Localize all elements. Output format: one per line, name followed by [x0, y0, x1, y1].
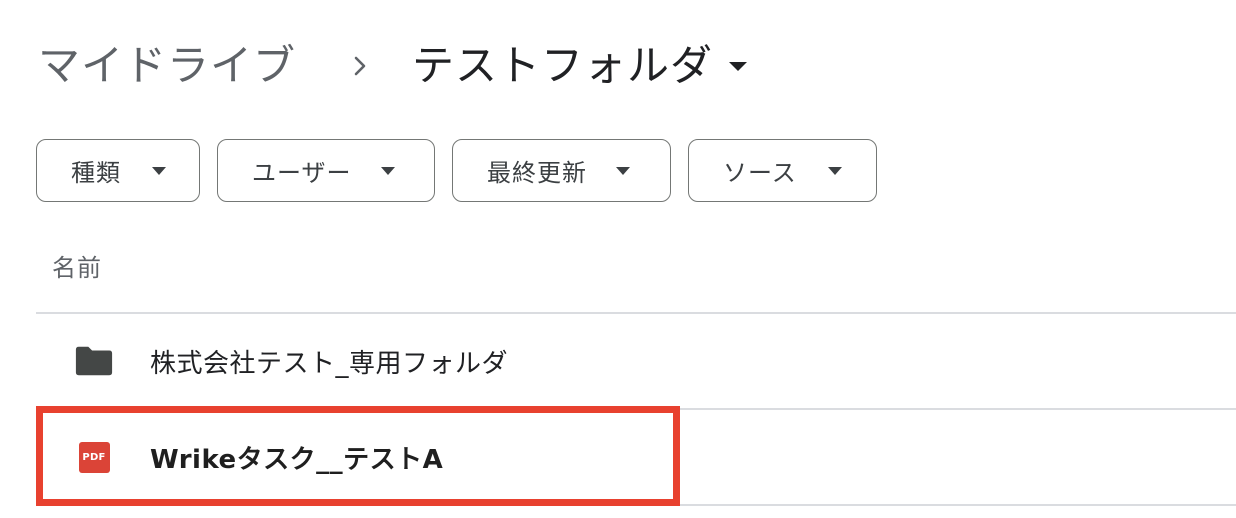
- breadcrumb-current-label: テストフォルダ: [412, 41, 714, 90]
- breadcrumb: マイドライブ テストフォルダ: [38, 34, 749, 98]
- filter-modified-label: 最終更新: [487, 159, 587, 187]
- file-name: Wrikeタスク__テストA: [150, 444, 444, 475]
- arrow-drop-down-icon: [380, 166, 396, 176]
- filter-source-chip[interactable]: ソース: [688, 139, 877, 202]
- filter-modified-chip[interactable]: 最終更新: [452, 139, 671, 202]
- arrow-drop-down-icon: [727, 59, 749, 73]
- filter-user-chip[interactable]: ユーザー: [217, 139, 435, 202]
- pdf-badge-text: PDF: [78, 441, 110, 473]
- file-row-pdf[interactable]: PDF Wrikeタスク__テストA: [36, 409, 1236, 505]
- filter-type-label: 種類: [71, 159, 121, 187]
- chevron-right-icon: [330, 46, 390, 86]
- breadcrumb-my-drive[interactable]: マイドライブ: [38, 45, 296, 87]
- folder-icon: [74, 344, 114, 378]
- column-header-name[interactable]: 名前: [52, 248, 102, 283]
- filter-chips: 種類 ユーザー 最終更新 ソース: [36, 139, 877, 202]
- arrow-drop-down-icon: [615, 166, 631, 176]
- pdf-icon: PDF: [74, 440, 114, 474]
- divider: [36, 504, 1236, 506]
- file-name: 株式会社テスト_専用フォルダ: [150, 348, 509, 379]
- breadcrumb-current-folder[interactable]: テストフォルダ: [412, 45, 749, 87]
- filter-type-chip[interactable]: 種類: [36, 139, 200, 202]
- drive-folder-view: マイドライブ テストフォルダ 種類 ユーザー 最終更新 ソース 名前 株式会社テ…: [0, 0, 1236, 518]
- filter-user-label: ユーザー: [252, 159, 352, 187]
- arrow-drop-down-icon: [151, 166, 167, 176]
- file-row-folder[interactable]: 株式会社テスト_専用フォルダ: [36, 313, 1236, 409]
- arrow-drop-down-icon: [827, 166, 843, 176]
- filter-source-label: ソース: [723, 159, 797, 187]
